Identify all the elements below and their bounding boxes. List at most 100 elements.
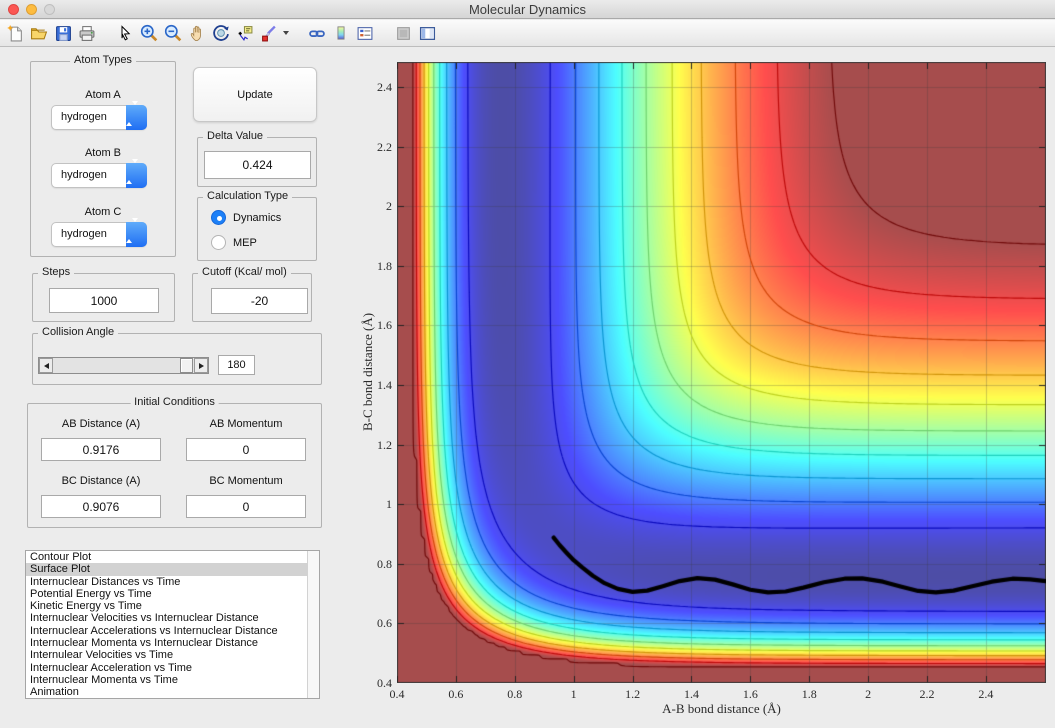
zoom-out-icon bbox=[164, 24, 182, 42]
list-item[interactable]: Potential Energy vs Time bbox=[26, 588, 319, 600]
delta-value-field[interactable]: 0.424 bbox=[204, 151, 311, 179]
pes-contour-plot[interactable] bbox=[397, 62, 1046, 683]
cutoff-panel: Cutoff (Kcal/ mol) -20 bbox=[192, 266, 312, 322]
list-item[interactable]: Internuclear Distances vs Time bbox=[26, 576, 319, 588]
slider-left-arrow[interactable] bbox=[39, 358, 53, 373]
app-window: Molecular Dynamics Atom Types Atom A hyd… bbox=[0, 0, 1055, 728]
dropdown-stepper-icon bbox=[126, 159, 147, 188]
legend-button[interactable] bbox=[353, 21, 377, 45]
right-arrow-icon bbox=[198, 362, 204, 369]
close-button[interactable] bbox=[8, 4, 19, 15]
radio-unselected-icon bbox=[211, 235, 226, 250]
plot-type-listbox[interactable]: Contour Plot Surface Plot Internuclear Dis… bbox=[25, 550, 320, 699]
list-item[interactable]: Surface Plot bbox=[26, 563, 319, 576]
brush-icon bbox=[260, 25, 278, 42]
print-icon bbox=[78, 25, 96, 42]
window-title: Molecular Dynamics bbox=[468, 2, 587, 17]
rotate-3d-button[interactable] bbox=[209, 21, 233, 45]
bc-momentum-label: BC Momentum bbox=[209, 475, 283, 487]
atom-b-dropdown[interactable]: hydrogen bbox=[51, 159, 147, 188]
zoom-in-button[interactable] bbox=[137, 21, 161, 45]
save-button[interactable] bbox=[51, 21, 75, 45]
update-button[interactable]: Update bbox=[193, 67, 317, 122]
x-tick-label: 2 bbox=[865, 687, 872, 701]
list-item[interactable]: Internuclear Acceleration vs Time bbox=[26, 662, 319, 674]
steps-title: Steps bbox=[38, 266, 75, 278]
delta-value-panel: Delta Value 0.424 bbox=[197, 130, 317, 187]
brush-dropdown-button[interactable] bbox=[281, 21, 291, 45]
atom-b-value: hydrogen bbox=[61, 169, 107, 181]
zoom-window-button[interactable] bbox=[44, 4, 55, 15]
brush-button[interactable] bbox=[257, 21, 281, 45]
save-icon bbox=[55, 25, 72, 42]
atom-a-dropdown[interactable]: hydrogen bbox=[51, 101, 147, 130]
x-tick-label: 0.6 bbox=[448, 687, 464, 701]
cutoff-field[interactable]: -20 bbox=[211, 288, 308, 314]
x-tick-label: 2.2 bbox=[919, 687, 935, 701]
x-tick-label: 1.8 bbox=[801, 687, 817, 701]
atom-c-label: Atom C bbox=[84, 206, 122, 218]
atom-c-dropdown[interactable]: hydrogen bbox=[51, 218, 147, 247]
hide-plot-tools-button[interactable] bbox=[391, 21, 415, 45]
minimize-button[interactable] bbox=[26, 4, 37, 15]
cutoff-title: Cutoff (Kcal/ mol) bbox=[198, 266, 291, 278]
list-item[interactable]: Internulear Velocities vs Time bbox=[26, 649, 319, 661]
collision-angle-panel: Collision Angle 180 bbox=[32, 326, 322, 385]
y-tick-label: 1.6 bbox=[377, 318, 392, 333]
title-bar: Molecular Dynamics bbox=[0, 0, 1055, 19]
ab-momentum-field[interactable]: 0 bbox=[186, 438, 306, 461]
slider-thumb[interactable] bbox=[180, 358, 193, 373]
bc-distance-field[interactable]: 0.9076 bbox=[41, 495, 161, 518]
ab-distance-field[interactable]: 0.9176 bbox=[41, 438, 161, 461]
ab-momentum-label: AB Momentum bbox=[209, 418, 283, 430]
y-tick-label: 2 bbox=[386, 199, 392, 214]
print-button[interactable] bbox=[75, 21, 99, 45]
y-tick-label: 0.4 bbox=[377, 676, 392, 690]
plot-type-items: Contour Plot Surface Plot Internuclear Dis… bbox=[26, 551, 319, 698]
bc-momentum-field[interactable]: 0 bbox=[186, 495, 306, 518]
link-plots-icon bbox=[308, 25, 326, 42]
list-item[interactable]: Internuclear Momenta vs Time bbox=[26, 674, 319, 686]
y-tick-label: 2.4 bbox=[377, 80, 392, 95]
radio-selected-icon bbox=[211, 210, 226, 225]
atom-types-title: Atom Types bbox=[70, 54, 136, 66]
colorbar-icon bbox=[334, 24, 348, 42]
new-file-button[interactable] bbox=[3, 21, 27, 45]
pan-icon bbox=[189, 24, 206, 42]
list-item[interactable]: Animation bbox=[26, 686, 319, 698]
y-tick-label: 1 bbox=[386, 497, 392, 512]
bc-distance-label: BC Distance (A) bbox=[61, 475, 141, 487]
list-item[interactable]: Internuclear Velocities vs Internuclear … bbox=[26, 612, 319, 624]
initial-conditions-panel: Initial Conditions AB Distance (A) AB Mo… bbox=[27, 396, 322, 528]
colorbar-button[interactable] bbox=[329, 21, 353, 45]
left-arrow-icon bbox=[43, 362, 49, 369]
x-tick-label: 1.4 bbox=[683, 687, 699, 701]
ab-distance-label: AB Distance (A) bbox=[61, 418, 141, 430]
y-tick-label: 0.8 bbox=[377, 556, 392, 571]
pointer-button[interactable] bbox=[113, 21, 137, 45]
data-cursor-button[interactable] bbox=[233, 21, 257, 45]
steps-field[interactable]: 1000 bbox=[49, 288, 159, 313]
listbox-scrollbar[interactable] bbox=[307, 551, 319, 698]
collision-angle-slider[interactable] bbox=[38, 357, 209, 374]
list-item[interactable]: Internuclear Accelerations vs Internucle… bbox=[26, 625, 319, 637]
list-item[interactable]: Internuclear Momenta vs Internuclear Dis… bbox=[26, 637, 319, 649]
initial-conditions-title: Initial Conditions bbox=[130, 396, 219, 408]
radio-dynamics[interactable]: Dynamics bbox=[211, 210, 281, 225]
y-tick-label: 1.2 bbox=[377, 437, 392, 452]
slider-right-arrow[interactable] bbox=[194, 358, 208, 373]
chevron-down-icon bbox=[283, 31, 289, 35]
pan-button[interactable] bbox=[185, 21, 209, 45]
y-tick-label: 2.2 bbox=[377, 139, 392, 154]
list-item[interactable]: Contour Plot bbox=[26, 551, 319, 563]
show-plot-tools-button[interactable] bbox=[415, 21, 439, 45]
x-tick-label: 1.6 bbox=[742, 687, 758, 701]
zoom-out-button[interactable] bbox=[161, 21, 185, 45]
calculation-type-panel: Calculation Type Dynamics MEP bbox=[197, 190, 317, 261]
open-folder-button[interactable] bbox=[27, 21, 51, 45]
list-item[interactable]: Kinetic Energy vs Time bbox=[26, 600, 319, 612]
radio-mep[interactable]: MEP bbox=[211, 235, 257, 250]
x-axis-label: A-B bond distance (Å) bbox=[662, 701, 781, 716]
collision-angle-field[interactable]: 180 bbox=[218, 355, 255, 375]
link-plots-button[interactable] bbox=[305, 21, 329, 45]
